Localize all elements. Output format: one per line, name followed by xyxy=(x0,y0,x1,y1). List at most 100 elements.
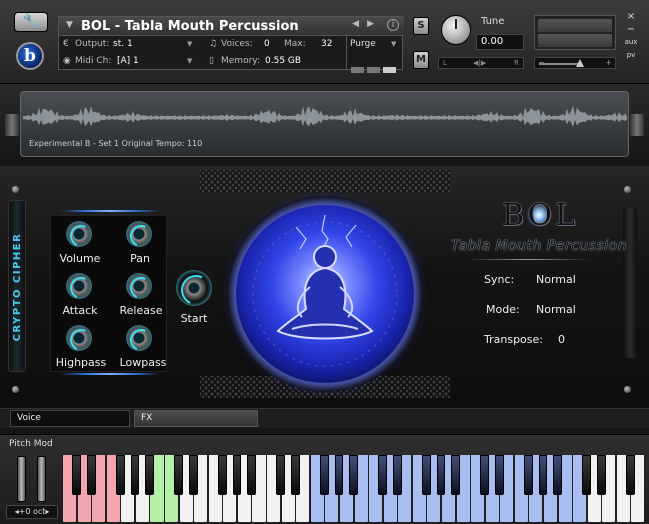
piano-keyboard[interactable] xyxy=(62,455,646,523)
lowpass-knob[interactable] xyxy=(126,325,152,351)
title-row: ▼ BOL - Tabla Mouth Percussion ◀▶ i xyxy=(59,17,404,36)
waveform-graphic xyxy=(23,105,627,127)
pv-button[interactable]: pv xyxy=(621,49,641,62)
midi-dropdown-icon[interactable]: ▼ xyxy=(187,53,192,69)
release-label: Release xyxy=(119,304,163,317)
instrument-title[interactable]: BOL - Tabla Mouth Percussion xyxy=(81,17,299,36)
waveform-display[interactable]: Experimental B - Set 1 Original Tempo: 1… xyxy=(20,91,629,157)
meditation-orb-button[interactable] xyxy=(236,205,414,383)
piano-black-key[interactable] xyxy=(247,455,256,495)
piano-black-key[interactable] xyxy=(276,455,285,495)
mod-wheel[interactable] xyxy=(37,456,46,502)
output-value[interactable]: st. 1 xyxy=(113,36,133,52)
pan-label: Pan xyxy=(130,252,150,265)
prev-next-arrows-icon[interactable]: ◀▶ xyxy=(352,19,382,29)
piano-black-key[interactable] xyxy=(378,455,387,495)
purge-menu[interactable]: Purge ▼ xyxy=(346,36,402,73)
bol-subtitle: Tabla Mouth Percussion xyxy=(451,238,628,254)
sync-value[interactable]: Normal xyxy=(536,273,576,286)
piano-black-key[interactable] xyxy=(626,455,635,495)
wrench-icon[interactable]: 🔧 xyxy=(14,12,48,32)
info-icon[interactable]: i xyxy=(387,19,399,31)
piano-black-key[interactable] xyxy=(582,455,592,495)
highpass-knob[interactable] xyxy=(66,325,92,351)
piano-black-key[interactable] xyxy=(188,455,198,495)
piano-black-key[interactable] xyxy=(596,455,606,495)
volume-plus-label: + xyxy=(605,58,612,67)
voices-icon: ♫ xyxy=(209,39,218,49)
piano-black-key[interactable] xyxy=(524,455,533,495)
close-icon[interactable]: × xyxy=(621,10,641,23)
tab-voice[interactable]: Voice xyxy=(10,410,130,427)
tab-fx[interactable]: FX xyxy=(134,410,258,427)
pan-knob[interactable] xyxy=(126,221,152,247)
waveform-left-cap xyxy=(5,114,19,136)
pan-left-label: L xyxy=(443,59,447,67)
piano-black-key[interactable] xyxy=(553,455,562,495)
pitch-wheel[interactable] xyxy=(17,456,26,502)
waveform-right-cap xyxy=(630,114,644,136)
purge-indicator xyxy=(351,58,399,77)
piano-black-key[interactable] xyxy=(494,455,504,495)
max-voices-value[interactable]: 32 xyxy=(321,36,332,52)
volume-slider[interactable]: − + xyxy=(534,57,616,69)
volume-knob[interactable] xyxy=(66,221,92,247)
purge-label[interactable]: Purge xyxy=(350,39,376,49)
screw-icon xyxy=(12,186,19,193)
piano-black-key[interactable] xyxy=(115,455,125,495)
start-label: Start xyxy=(180,312,208,325)
output-dropdown-icon[interactable]: ▼ xyxy=(187,36,192,52)
waveform-caption: Experimental B - Set 1 Original Tempo: 1… xyxy=(29,139,203,148)
transpose-value[interactable]: 0 xyxy=(558,333,565,346)
piano-black-key[interactable] xyxy=(290,455,300,495)
voices-label: Voices: xyxy=(221,39,253,49)
minimize-icon[interactable]: − xyxy=(621,23,641,36)
release-knob[interactable] xyxy=(126,273,152,299)
piano-black-key[interactable] xyxy=(319,455,329,495)
start-knob[interactable] xyxy=(176,270,212,306)
mute-button[interactable]: M xyxy=(413,51,429,69)
pan-slider[interactable]: L ◀|▶ R xyxy=(438,57,524,69)
piano-black-key[interactable] xyxy=(334,455,344,495)
screw-icon xyxy=(12,386,19,393)
midi-channel-value[interactable]: [A] 1 xyxy=(117,53,139,69)
piano-black-key[interactable] xyxy=(538,455,548,495)
piano-black-key[interactable] xyxy=(392,455,402,495)
highpass-label: Highpass xyxy=(55,356,107,369)
piano-black-key[interactable] xyxy=(232,455,242,495)
piano-black-key[interactable] xyxy=(130,455,140,495)
volume-thumb[interactable] xyxy=(576,59,584,67)
volume-label: Volume xyxy=(59,252,101,265)
level-meter-left xyxy=(538,19,612,32)
piano-black-key[interactable] xyxy=(217,455,227,495)
page-tabs: Voice FX xyxy=(0,408,649,428)
waveform-strip: Experimental B - Set 1 Original Tempo: 1… xyxy=(0,84,649,164)
solo-button[interactable]: S xyxy=(413,17,429,35)
mode-label: Mode: xyxy=(486,303,520,316)
midi-label: Midi Ch: xyxy=(75,56,112,66)
tune-knob[interactable] xyxy=(441,15,471,45)
volume-fill xyxy=(539,63,579,65)
screw-icon xyxy=(624,386,631,393)
voices-value: 0 xyxy=(264,39,270,49)
piano-black-key[interactable] xyxy=(451,455,460,495)
piano-black-key[interactable] xyxy=(86,455,96,495)
piano-black-key[interactable] xyxy=(480,455,490,495)
logo-divider xyxy=(466,259,590,260)
memory-icon: ▯ xyxy=(209,56,214,66)
purge-dropdown-icon[interactable]: ▼ xyxy=(391,40,396,48)
piano-black-key[interactable] xyxy=(145,455,154,495)
aux-button[interactable]: aux xyxy=(621,36,641,49)
mode-value[interactable]: Normal xyxy=(536,303,576,316)
piano-black-key[interactable] xyxy=(72,455,81,495)
piano-black-key[interactable] xyxy=(349,455,358,495)
attack-knob[interactable] xyxy=(66,273,92,299)
piano-black-key[interactable] xyxy=(174,455,183,495)
tune-value-field[interactable]: 0.00 xyxy=(476,34,524,50)
instrument-header: 🔧 b ▼ BOL - Tabla Mouth Percussion ◀▶ i … xyxy=(0,0,649,84)
piano-black-key[interactable] xyxy=(422,455,431,495)
piano-black-key[interactable] xyxy=(436,455,446,495)
octave-selector[interactable]: ◂+0 oct▸ xyxy=(6,505,58,519)
instrument-logo[interactable]: b xyxy=(16,42,44,70)
collapse-caret-icon[interactable]: ▼ xyxy=(66,20,73,30)
